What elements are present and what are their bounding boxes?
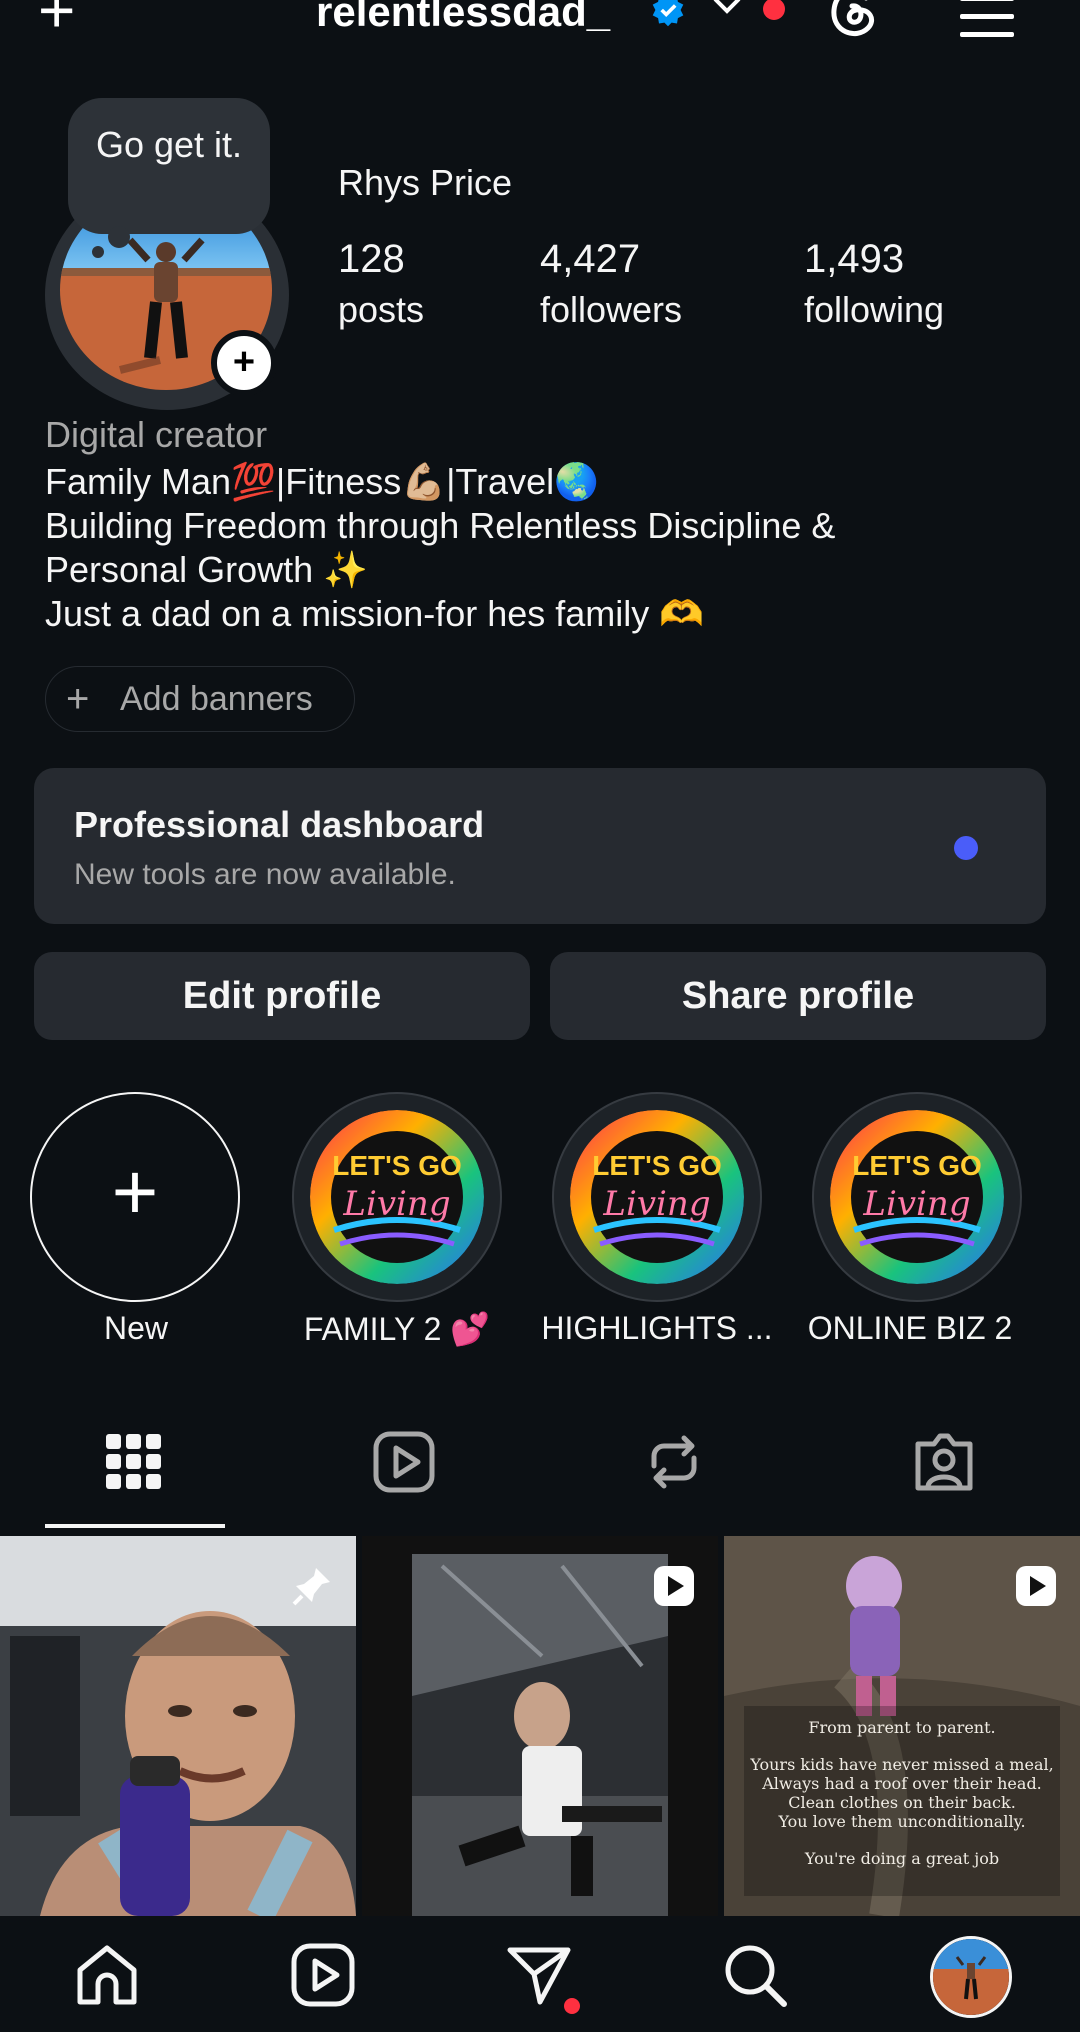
posts-label: posts xyxy=(338,289,425,330)
highlight-online-biz[interactable]: LET'S GO Living xyxy=(812,1092,1022,1302)
caption-line: Yours kids have never missed a meal, xyxy=(750,1755,1054,1774)
highlight-label: ONLINE BIZ 2 xyxy=(807,1310,1013,1346)
new-highlight-button[interactable]: + xyxy=(30,1092,240,1302)
add-banners-button[interactable]: + Add banners xyxy=(45,666,355,732)
following-label: following xyxy=(804,289,945,330)
profile-avatar[interactable] xyxy=(930,1936,1012,2018)
edit-profile-button[interactable]: Edit profile xyxy=(34,952,530,1040)
post-tile[interactable] xyxy=(0,1536,356,1916)
bottom-navigation xyxy=(0,1916,1080,2032)
chevron-down-icon[interactable] xyxy=(712,0,742,18)
reposts-icon[interactable] xyxy=(642,1430,706,1494)
highlight-label: HIGHLIGHTS ... xyxy=(541,1310,773,1346)
pin-icon xyxy=(292,1568,330,1606)
caption-line: Clean clothes on their back. xyxy=(788,1793,1016,1812)
direct-messages-icon[interactable] xyxy=(504,1940,574,2010)
cover-text: LET'S GO xyxy=(852,1150,982,1181)
caption-line: You're doing a great job xyxy=(804,1849,1000,1868)
profile-category: Digital creator xyxy=(45,414,268,455)
highlight-highlights[interactable]: LET'S GO Living xyxy=(552,1092,762,1302)
profile-bio: Family Man💯|Fitness💪🏼|Travel🌏 Building F… xyxy=(45,460,1045,636)
home-icon[interactable] xyxy=(72,1940,142,2010)
reel-badge-icon xyxy=(1016,1566,1056,1606)
following-count: 1,493 xyxy=(804,237,905,281)
post-caption-overlay: From parent to parent. Yours kids have n… xyxy=(724,1718,1080,1868)
post-tile[interactable]: From parent to parent. Yours kids have n… xyxy=(724,1536,1080,1916)
highlight-label: New xyxy=(103,1310,168,1346)
caption-line: Always had a roof over their head. xyxy=(762,1774,1042,1793)
cover-text: LET'S GO xyxy=(332,1150,462,1181)
highlight-label: FAMILY 2 💕 xyxy=(303,1311,491,1347)
bio-line: Just a dad on a mission-for hes family 🫶 xyxy=(45,593,705,634)
plus-icon: + xyxy=(66,677,90,721)
dashboard-subtitle: New tools are now available. xyxy=(74,858,456,891)
post-tile[interactable] xyxy=(362,1536,718,1916)
username-title[interactable]: relentlessdad_ xyxy=(316,0,610,36)
caption-line: You love them unconditionally. xyxy=(778,1812,1026,1831)
notification-dot xyxy=(763,0,785,20)
highlight-family[interactable]: LET'S GO Living xyxy=(292,1092,502,1302)
full-name: Rhys Price xyxy=(338,162,513,203)
dashboard-title: Professional dashboard xyxy=(74,804,485,845)
hamburger-menu-icon[interactable] xyxy=(958,0,1016,38)
caption-line: From parent to parent. xyxy=(808,1718,996,1737)
add-banners-label: Add banners xyxy=(120,680,313,718)
followers-stat[interactable]: 4,427 followers xyxy=(540,234,682,336)
cover-text: Living xyxy=(603,1184,711,1224)
verified-badge-icon xyxy=(652,0,684,27)
cover-text: Living xyxy=(863,1184,971,1224)
professional-dashboard-card[interactable]: Professional dashboard New tools are now… xyxy=(34,768,1046,924)
highlight-cover: LET'S GO Living xyxy=(310,1110,484,1284)
cover-text: LET'S GO xyxy=(592,1150,722,1181)
following-stat[interactable]: 1,493 following xyxy=(804,234,944,336)
posts-count: 128 xyxy=(338,237,405,281)
new-indicator-dot xyxy=(954,836,978,860)
note-tail xyxy=(108,226,130,248)
cover-text: Living xyxy=(343,1184,451,1224)
reel-badge-icon xyxy=(654,1566,694,1606)
highlight-cover: LET'S GO Living xyxy=(570,1110,744,1284)
bio-line: Family Man💯|Fitness💪🏼|Travel🌏 xyxy=(45,461,599,502)
reels-icon[interactable] xyxy=(372,1430,436,1494)
followers-count: 4,427 xyxy=(540,237,641,281)
bio-line: Building Freedom through Relentless Disc… xyxy=(45,505,836,546)
bio-line: Personal Growth ✨ xyxy=(45,549,368,590)
reels-icon[interactable] xyxy=(288,1940,358,2010)
add-story-button[interactable]: + xyxy=(211,330,277,396)
tagged-icon[interactable] xyxy=(912,1430,976,1494)
threads-icon[interactable] xyxy=(826,0,878,40)
note-tail-small xyxy=(92,246,104,258)
grid-icon[interactable] xyxy=(102,1430,166,1494)
profile-note[interactable]: Go get it. xyxy=(68,98,270,234)
plus-icon: + xyxy=(111,1147,159,1236)
notification-dot xyxy=(564,1998,580,2014)
highlight-cover: LET'S GO Living xyxy=(830,1110,1004,1284)
active-tab-indicator xyxy=(45,1524,225,1528)
share-profile-button[interactable]: Share profile xyxy=(550,952,1046,1040)
search-icon[interactable] xyxy=(720,1940,790,2010)
plus-icon[interactable]: + xyxy=(38,0,75,42)
posts-stat[interactable]: 128 posts xyxy=(338,234,424,336)
followers-label: followers xyxy=(540,289,683,330)
top-bar: + relentlessdad_ xyxy=(0,0,1080,50)
